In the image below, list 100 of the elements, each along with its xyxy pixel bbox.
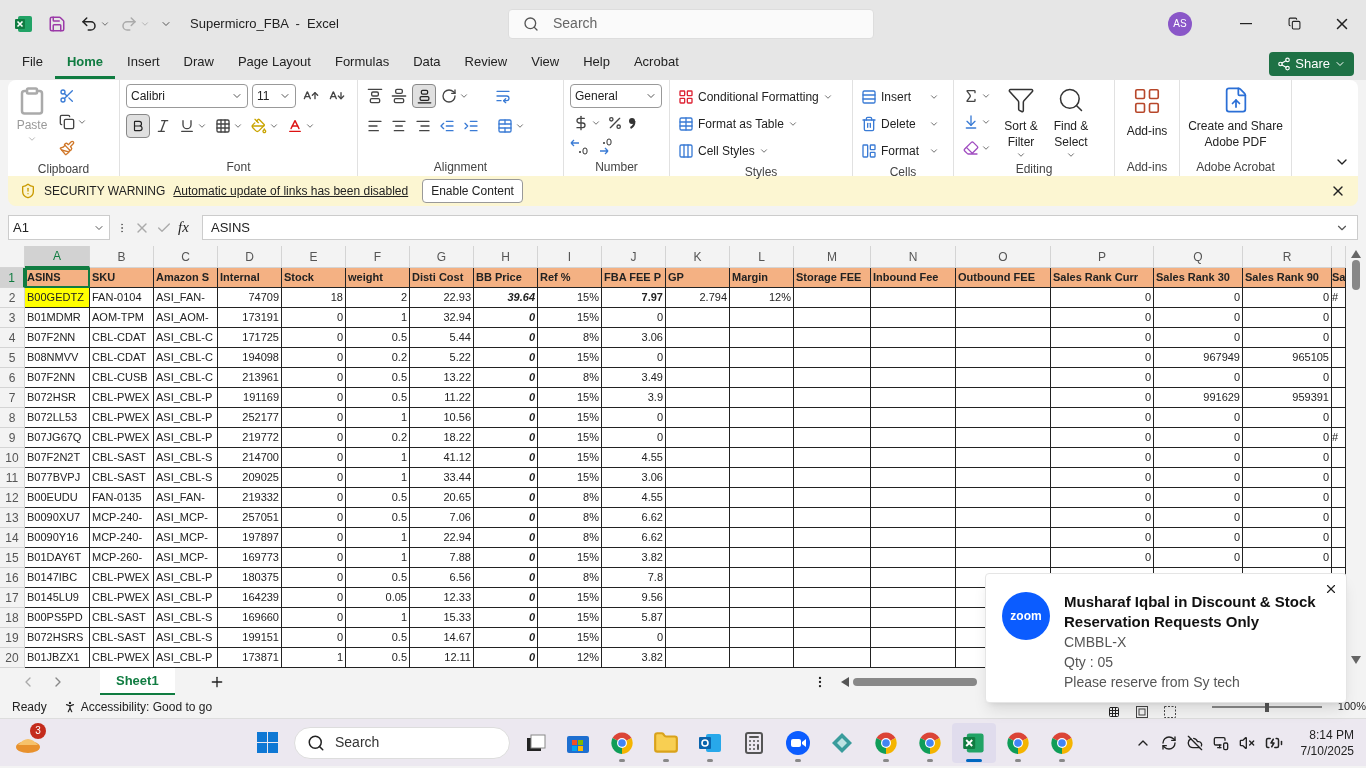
excel-logo-icon: [962, 730, 986, 755]
table-cell: 0: [1051, 428, 1154, 448]
search-field[interactable]: Search: [508, 8, 874, 39]
table-cell: 180375: [218, 568, 282, 588]
table-cell: ASI_AOM-: [154, 308, 218, 328]
close-button[interactable]: [1324, 582, 1338, 596]
row-header[interactable]: 13: [0, 508, 25, 528]
bold-button[interactable]: [126, 114, 150, 138]
row-header[interactable]: 6: [0, 368, 25, 388]
horizontal-scrollbar[interactable]: [840, 675, 977, 688]
slider-thumb[interactable]: [1264, 701, 1269, 712]
menu-tab[interactable]: Help: [571, 48, 622, 79]
row-header[interactable]: 2: [0, 288, 25, 308]
menu-tab[interactable]: Insert: [115, 48, 172, 79]
scrollbar-thumb[interactable]: [852, 677, 977, 686]
zoom-slider[interactable]: [1211, 701, 1322, 712]
scrollbar-thumb[interactable]: [1352, 260, 1360, 290]
taskbar-search-field[interactable]: Search: [294, 726, 510, 759]
table-cell: 7.88: [410, 548, 474, 568]
table-cell: 6.62: [602, 508, 666, 528]
table-cell: ASI_CBL-S: [154, 608, 218, 628]
page-break-button[interactable]: [1163, 705, 1176, 718]
user-avatar[interactable]: AS: [1168, 11, 1192, 36]
empty-cell: [666, 528, 730, 548]
table-cell: 0: [474, 388, 538, 408]
normal-view-button[interactable]: [1107, 705, 1120, 718]
enable-content-button[interactable]: Enable Content: [422, 179, 523, 203]
clock[interactable]: 8:14 PM 7/10/2025: [1300, 726, 1354, 759]
menu-tab[interactable]: View: [519, 48, 572, 79]
table-cell: 0.5: [346, 628, 410, 648]
find-select-button[interactable]: Find & Select: [1048, 84, 1094, 160]
bold-icon: [131, 119, 145, 133]
zoom-level[interactable]: 100%: [1337, 698, 1366, 715]
header-cell: GP: [666, 268, 730, 288]
table-cell: B07F2NN: [25, 328, 90, 348]
volume-button[interactable]: [1238, 734, 1255, 751]
excel-taskbar-button[interactable]: [952, 722, 996, 763]
formula-input[interactable]: ASINS: [202, 215, 1358, 240]
table-cell: 0: [282, 528, 346, 548]
sort-filter-button[interactable]: Sort & Filter: [998, 84, 1044, 160]
share-button[interactable]: Share: [1269, 51, 1354, 76]
row-header[interactable]: 16: [0, 568, 25, 588]
row-header[interactable]: 11: [0, 468, 25, 488]
browser-icon: [610, 730, 634, 755]
row-header[interactable]: 20: [0, 648, 25, 668]
menu-tab[interactable]: Formulas: [322, 48, 402, 79]
empty-cell: [730, 508, 794, 528]
table-cell: 5.87: [602, 608, 666, 628]
row-header[interactable]: 17: [0, 588, 25, 608]
create-pdf-button[interactable]: Create and Share Adobe PDF: [1186, 84, 1285, 150]
menu-tab[interactable]: Page Layout: [225, 48, 323, 79]
row-header[interactable]: 4: [0, 328, 25, 348]
cells-button[interactable]: Delete: [859, 111, 941, 136]
comma-style-icon[interactable]: [626, 115, 638, 131]
table-cell: 0: [474, 348, 538, 368]
row-header[interactable]: 10: [0, 448, 25, 468]
menu-tab[interactable]: Review: [452, 48, 520, 79]
add-ins-button[interactable]: Add-ins: [1121, 84, 1173, 140]
menu-tab[interactable]: Acrobat: [621, 48, 691, 79]
styles-button[interactable]: Conditional Formatting: [676, 84, 835, 109]
row-header[interactable]: 12: [0, 488, 25, 508]
menu-tab[interactable]: Draw: [171, 48, 226, 79]
widgets-button[interactable]: 3: [8, 722, 48, 763]
font-name-dropdown[interactable]: Calibri: [126, 84, 248, 108]
row-header[interactable]: 3: [0, 308, 25, 328]
italic-icon: [155, 118, 171, 134]
menu-tab[interactable]: Data: [401, 48, 453, 79]
table-cell: B00PS5PD: [25, 608, 90, 628]
table-cell: 0.2: [346, 428, 410, 448]
row-header[interactable]: 8: [0, 408, 25, 428]
styles-button[interactable]: Cell Styles: [676, 138, 835, 163]
sheet-tab[interactable]: Sheet1: [100, 668, 175, 695]
row-header[interactable]: 19: [0, 628, 25, 648]
insert-function-button[interactable]: fx: [178, 216, 196, 239]
table-cell: ASI_CBL-S: [154, 628, 218, 648]
table-cell: ASI_CBL-C: [154, 348, 218, 368]
font-size-dropdown[interactable]: 11: [252, 84, 296, 108]
row-header[interactable]: 14: [0, 528, 25, 548]
cells-button[interactable]: Insert: [859, 84, 941, 109]
cloud-button[interactable]: [1186, 734, 1203, 751]
warning-link[interactable]: Automatic update of links has been disabled: [173, 182, 409, 200]
bottom-align-button[interactable]: [412, 84, 436, 108]
styles-button[interactable]: Format as Table: [676, 111, 835, 136]
menu-tab[interactable]: File: [10, 48, 55, 79]
sync-button[interactable]: [1160, 734, 1177, 751]
table-cell: 0: [474, 448, 538, 468]
accessibility-status[interactable]: Accessibility: Good to go: [80, 697, 213, 716]
name-box[interactable]: A1: [8, 215, 110, 240]
row-header[interactable]: 15: [0, 548, 25, 568]
row-header[interactable]: 18: [0, 608, 25, 628]
network-button[interactable]: [1212, 734, 1229, 751]
row-header[interactable]: 5: [0, 348, 25, 368]
header-cell: Sales Rank 30: [1154, 268, 1243, 288]
cells-button[interactable]: Format: [859, 138, 941, 163]
table-cell: 7.97: [602, 288, 666, 308]
number-format-dropdown[interactable]: General: [570, 84, 662, 108]
column-header[interactable]: A: [25, 246, 90, 268]
page-layout-button[interactable]: [1135, 705, 1148, 718]
row-header[interactable]: 9: [0, 428, 25, 448]
row-header[interactable]: 7: [0, 388, 25, 408]
